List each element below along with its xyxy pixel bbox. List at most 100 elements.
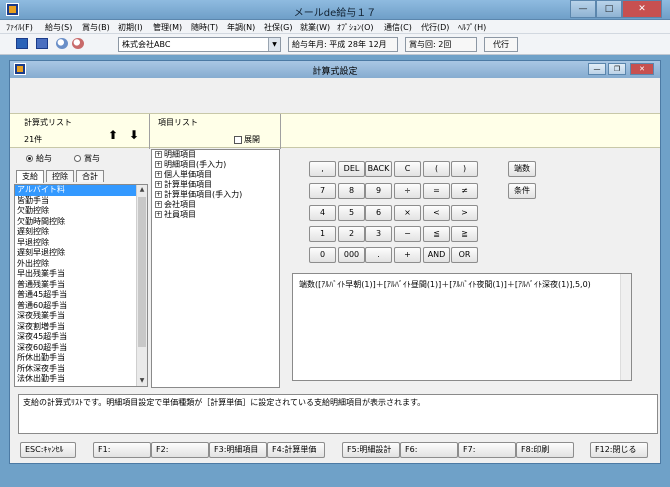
menu-year-end[interactable]: 年調(N) xyxy=(227,22,255,33)
rounding-button[interactable]: 端数 xyxy=(508,161,536,177)
expand-plus-icon[interactable]: + xyxy=(155,211,162,218)
calc-key-clear[interactable]: C xyxy=(394,161,421,177)
list-item[interactable]: 深夜45超手当 xyxy=(15,332,147,343)
tree-item[interactable]: + 個人単価項目 xyxy=(152,170,279,180)
list-item[interactable]: 皆勤手当 xyxy=(15,196,147,207)
calc-key-4[interactable]: 4 xyxy=(309,205,336,221)
list-item[interactable]: 外出控除 xyxy=(15,259,147,270)
menu-file[interactable]: ﾌｧｲﾙ(F) xyxy=(6,22,33,33)
calc-key-less-equal[interactable]: ≦ xyxy=(423,226,450,242)
calc-key-del[interactable]: DEL xyxy=(338,161,365,177)
monitor-icon[interactable] xyxy=(16,38,28,49)
calc-key-5[interactable]: 5 xyxy=(338,205,365,221)
esc-cancel-button[interactable]: ESC:ｷｬﾝｾﾙ xyxy=(20,442,76,458)
menu-bonus[interactable]: 賞与(B) xyxy=(82,22,110,33)
expand-plus-icon[interactable]: + xyxy=(155,181,162,188)
f12-close-button[interactable]: F12:閉じる xyxy=(590,442,648,458)
chevron-down-icon[interactable]: ▼ xyxy=(268,38,280,51)
list-item[interactable]: 法休出勤手当 xyxy=(15,374,147,385)
list-item[interactable]: 普通残業手当 xyxy=(15,280,147,291)
list-scrollbar[interactable]: ▲ ▼ xyxy=(136,185,147,386)
calc-key-close-paren[interactable]: ) xyxy=(451,161,478,177)
calc-key-less-than[interactable]: < xyxy=(423,205,450,221)
calc-key-9[interactable]: 9 xyxy=(365,183,392,199)
f7-button[interactable]: F7: xyxy=(458,442,516,458)
list-item[interactable]: 遅刻早退控除 xyxy=(15,248,147,259)
expand-checkbox[interactable]: 展開 xyxy=(234,134,260,145)
calc-key-2[interactable]: 2 xyxy=(338,226,365,242)
calc-key-000[interactable]: 000 xyxy=(338,247,365,263)
calc-key-dot[interactable]: . xyxy=(365,247,392,263)
expand-plus-icon[interactable]: + xyxy=(155,161,162,168)
f6-button[interactable]: F6: xyxy=(400,442,458,458)
calc-key-8[interactable]: 8 xyxy=(338,183,365,199)
calc-key-1[interactable]: 1 xyxy=(309,226,336,242)
tree-item[interactable]: + 明細項目(手入力) xyxy=(152,160,279,170)
tab-payment[interactable]: 支給 xyxy=(16,170,44,183)
list-item[interactable]: 欠勤控除 xyxy=(15,206,147,217)
menu-attendance[interactable]: 就業(W) xyxy=(300,22,330,33)
move-down-icon[interactable]: ⬇ xyxy=(129,128,139,142)
list-item[interactable]: 所休出勤手当 xyxy=(15,353,147,364)
company-select[interactable]: 株式会社ABC ▼ xyxy=(118,37,281,52)
calc-key-back[interactable]: BACK xyxy=(365,161,392,177)
list-item[interactable]: 所休深夜手当 xyxy=(15,364,147,375)
tree-item[interactable]: + 社員項目 xyxy=(152,210,279,220)
calc-key-greater-equal[interactable]: ≧ xyxy=(451,226,478,242)
dialog-close-button[interactable]: ✕ xyxy=(630,63,654,75)
formula-scrollbar[interactable] xyxy=(620,274,631,380)
tab-deduction[interactable]: 控除 xyxy=(46,170,74,182)
calc-key-equal[interactable]: = xyxy=(423,183,450,199)
dialog-restore-button[interactable]: ❐ xyxy=(608,63,626,75)
close-button[interactable]: ✕ xyxy=(622,0,662,18)
list-item[interactable]: 普通45超手当 xyxy=(15,290,147,301)
item-tree[interactable]: + 明細項目 + 明細項目(手入力) + 個人単価項目 + 計算単価項目 + 計算単価項目… xyxy=(151,149,280,388)
menu-proxy[interactable]: 代行(D) xyxy=(421,22,449,33)
calc-key-3[interactable]: 3 xyxy=(365,226,392,242)
menu-manage[interactable]: 管理(M) xyxy=(153,22,182,33)
calc-key-open-paren[interactable]: ( xyxy=(423,161,450,177)
scroll-thumb[interactable] xyxy=(138,197,146,347)
menu-social-insurance[interactable]: 社保(G) xyxy=(264,22,292,33)
formula-listbox[interactable]: アルバイト料 皆勤手当 欠勤控除 欠勤時間控除 遅刻控除 早退控除 遅刻早退控除… xyxy=(14,184,148,387)
f4-calc-unit-button[interactable]: F4:計算単価 xyxy=(267,442,325,458)
list-item[interactable]: 遅刻控除 xyxy=(15,227,147,238)
tab-total[interactable]: 合計 xyxy=(76,170,104,182)
dialog-minimize-button[interactable]: — xyxy=(588,63,606,75)
calc-key-minus[interactable]: − xyxy=(394,226,421,242)
tree-item[interactable]: + 計算単価項目(手入力) xyxy=(152,190,279,200)
expand-plus-icon[interactable]: + xyxy=(155,201,162,208)
calc-key-plus[interactable]: + xyxy=(394,247,421,263)
menu-initial[interactable]: 初期(I) xyxy=(118,22,143,33)
tree-item[interactable]: + 計算単価項目 xyxy=(152,180,279,190)
list-item[interactable]: 早退控除 xyxy=(15,238,147,249)
list-item[interactable]: 普通60超手当 xyxy=(15,301,147,312)
condition-button[interactable]: 条件 xyxy=(508,183,536,199)
f3-detail-items-button[interactable]: F3:明細項目 xyxy=(209,442,267,458)
list-item[interactable]: 欠勤時間控除 xyxy=(15,217,147,228)
calc-key-comma[interactable]: , xyxy=(309,161,336,177)
mail-icon[interactable] xyxy=(36,38,48,49)
calc-key-and[interactable]: AND xyxy=(423,247,450,263)
expand-plus-icon[interactable]: + xyxy=(155,191,162,198)
radio-bonus[interactable]: 賞与 xyxy=(74,153,100,164)
calc-key-or[interactable]: OR xyxy=(451,247,478,263)
calc-key-greater-than[interactable]: > xyxy=(451,205,478,221)
calc-key-6[interactable]: 6 xyxy=(365,205,392,221)
tree-item[interactable]: + 会社項目 xyxy=(152,200,279,210)
maximize-button[interactable]: □ xyxy=(596,0,622,18)
f2-button[interactable]: F2: xyxy=(151,442,209,458)
menu-communication[interactable]: 通信(C) xyxy=(384,22,412,33)
f8-print-button[interactable]: F8:印刷 xyxy=(516,442,574,458)
tree-item[interactable]: + 明細項目 xyxy=(152,150,279,160)
menu-help[interactable]: ﾍﾙﾌﾟ(H) xyxy=(458,22,486,33)
menu-options[interactable]: ｵﾌﾟｼｮﾝ(O) xyxy=(337,22,374,33)
calc-key-7[interactable]: 7 xyxy=(309,183,336,199)
minimize-button[interactable]: — xyxy=(570,0,596,18)
calc-key-0[interactable]: 0 xyxy=(309,247,336,263)
list-item[interactable]: 早出残業手当 xyxy=(15,269,147,280)
menu-salary[interactable]: 給与(S) xyxy=(45,22,72,33)
list-item[interactable]: 深夜割増手当 xyxy=(15,322,147,333)
expand-plus-icon[interactable]: + xyxy=(155,151,162,158)
zoom-in-icon[interactable] xyxy=(56,38,68,49)
